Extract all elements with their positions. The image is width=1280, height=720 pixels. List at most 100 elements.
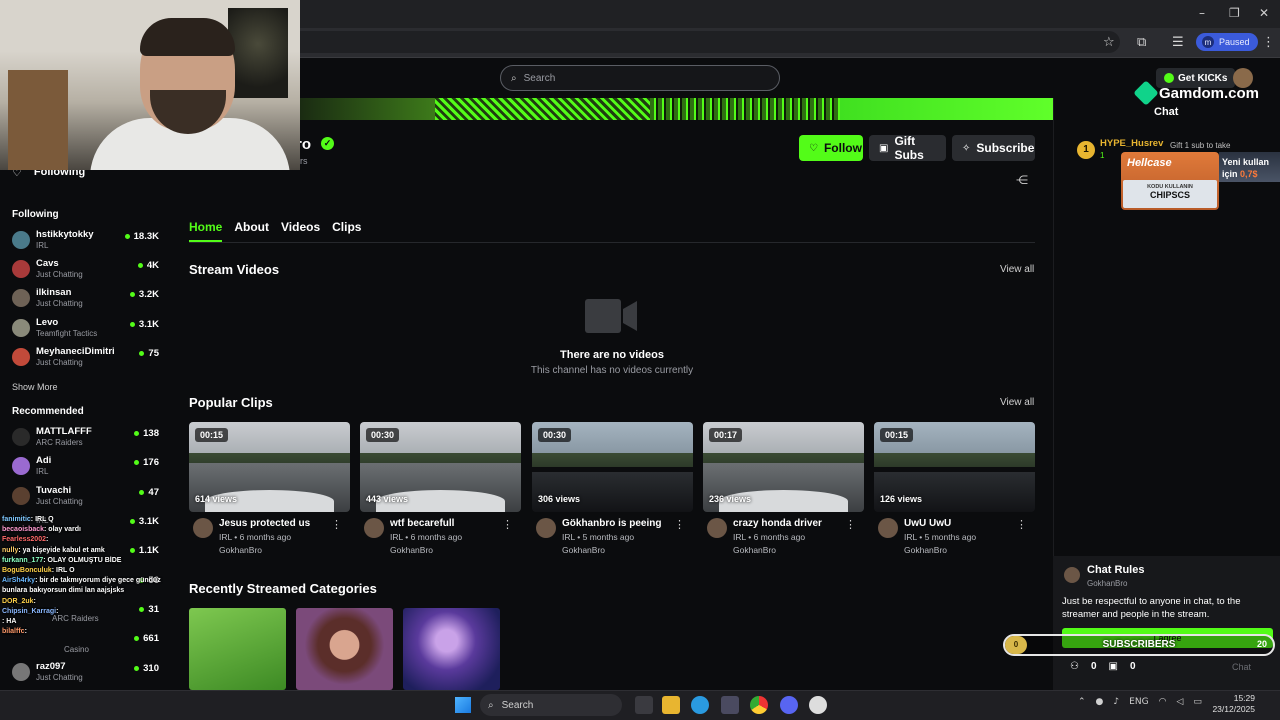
stream-videos-view-all[interactable]: View all bbox=[1000, 264, 1034, 275]
store-icon[interactable] bbox=[721, 696, 739, 714]
more-options-icon[interactable]: ⋮ bbox=[674, 518, 685, 531]
discord-icon[interactable] bbox=[780, 696, 798, 714]
sidebar-item-tuvachi[interactable]: Tuvachi Just Chatting 47 bbox=[12, 485, 162, 513]
hype-user[interactable]: HYPE_Husrev bbox=[1100, 138, 1163, 149]
minimize-icon[interactable]: – bbox=[1199, 6, 1205, 20]
gift-subs-button[interactable]: ▣ Gift Subs bbox=[869, 134, 946, 162]
sidebar-item-levo[interactable]: Levo Teamfight Tactics 3.1K bbox=[12, 317, 162, 345]
clip-title[interactable]: Gökhanbro is peeing bbox=[562, 518, 661, 529]
clip-thumbnail[interactable]: 00:30 306 views bbox=[532, 422, 693, 512]
chat-line: : HA bbox=[2, 617, 184, 627]
chat-user: Chipsin_Karragi bbox=[2, 607, 57, 615]
viewer-count: 176 bbox=[134, 457, 159, 468]
clip-title[interactable]: crazy honda driver bbox=[733, 518, 822, 529]
chevron-up-icon[interactable]: ⌃ bbox=[1078, 697, 1086, 707]
recommended-header: Recommended bbox=[12, 406, 84, 417]
clip-thumbnail[interactable]: 00:30 443 views bbox=[360, 422, 521, 512]
clip-meta: IRL • 5 months ago bbox=[904, 532, 977, 542]
microphone-icon[interactable]: ♪ bbox=[1113, 697, 1119, 707]
gift-icon[interactable]: ▣ bbox=[1109, 661, 1118, 672]
clock[interactable]: 15:29 23/12/2025 bbox=[1205, 693, 1255, 715]
avatar[interactable] bbox=[707, 518, 727, 538]
more-options-icon[interactable]: ⋮ bbox=[502, 518, 513, 531]
clip-thumbnail[interactable]: 00:15 126 views bbox=[874, 422, 1035, 512]
wifi-icon[interactable]: ◠ bbox=[1159, 697, 1167, 707]
clip-channel[interactable]: GokhanBro bbox=[562, 545, 605, 555]
category-card[interactable] bbox=[189, 608, 286, 690]
chrome-icon[interactable] bbox=[750, 696, 768, 714]
tab-home[interactable]: Home bbox=[189, 220, 223, 242]
bookmark-star-icon[interactable]: ☆ bbox=[1103, 35, 1115, 50]
category-card[interactable] bbox=[403, 608, 500, 690]
clip-title[interactable]: Jesus protected us bbox=[219, 518, 310, 529]
sidebar-item-hstikkytokky[interactable]: hstikkytokky IRL 18.3K bbox=[12, 229, 162, 257]
chat-user: becaoisback bbox=[2, 526, 45, 534]
users-count: 0 bbox=[1090, 661, 1097, 672]
users-icon[interactable]: ⚇ bbox=[1070, 661, 1079, 672]
clip-thumbnail[interactable]: 00:15 614 views bbox=[189, 422, 350, 512]
tab-clips[interactable]: Clips bbox=[332, 220, 361, 242]
chat-line: fanimitic: IRL Q bbox=[2, 515, 184, 525]
profile-paused-button[interactable]: m Paused bbox=[1196, 33, 1258, 51]
live-dot-icon bbox=[137, 263, 143, 268]
app-icon[interactable] bbox=[809, 696, 827, 714]
sidebar-item-meyhanecidimitri[interactable]: MeyhaneciDimitri Just Chatting 75 bbox=[12, 346, 162, 374]
browser-menu-icon[interactable]: ⋮ bbox=[1262, 35, 1275, 50]
chat-title: Chat bbox=[1154, 106, 1179, 118]
sidebar-item-name: Adi bbox=[36, 455, 52, 466]
sidebar-item-mattlafff[interactable]: MATTLAFFF ARC Raiders 138 bbox=[12, 426, 162, 454]
show-more-button[interactable]: Show More bbox=[12, 382, 58, 392]
sidebar-item-cavs[interactable]: Cavs Just Chatting 4K bbox=[12, 258, 162, 286]
tab-videos[interactable]: Videos bbox=[281, 220, 320, 242]
volume-icon[interactable]: ◁ bbox=[1176, 697, 1183, 707]
chat-line: furkann_177: OLAY OLMUŞTU BİDE bbox=[2, 556, 184, 566]
category-card[interactable] bbox=[296, 608, 393, 690]
more-options-icon[interactable]: ⋮ bbox=[1016, 518, 1027, 531]
clip-channel[interactable]: GokhanBro bbox=[390, 545, 433, 555]
avatar[interactable] bbox=[878, 518, 898, 538]
extensions-icon[interactable]: ⧉ bbox=[1137, 35, 1146, 50]
clip-title[interactable]: UwU UwU bbox=[904, 518, 951, 529]
sidebar-item-category: ARC Raiders bbox=[36, 438, 83, 447]
avatar[interactable] bbox=[536, 518, 556, 538]
language-indicator[interactable]: ENG bbox=[1129, 697, 1148, 707]
more-options-icon[interactable]: ⋮ bbox=[845, 518, 856, 531]
sidebar-item-ilkinsan[interactable]: ilkinsan Just Chatting 3.2K bbox=[12, 287, 162, 315]
edge-icon[interactable] bbox=[691, 696, 709, 714]
subscriber-goal-label: SUBSCRIBERS bbox=[1102, 639, 1176, 650]
task-view-icon[interactable] bbox=[635, 696, 653, 714]
file-explorer-icon[interactable] bbox=[662, 696, 680, 714]
avatar[interactable] bbox=[193, 518, 213, 538]
clip-channel[interactable]: GokhanBro bbox=[733, 545, 776, 555]
close-icon[interactable]: ✕ bbox=[1259, 6, 1269, 20]
subscribe-button[interactable]: ✧ Subscribe bbox=[952, 135, 1035, 161]
more-options-icon[interactable]: ⋮ bbox=[331, 518, 342, 531]
clip-thumbnail[interactable]: 00:17 236 views bbox=[703, 422, 864, 512]
tab-search-icon[interactable]: ☰ bbox=[1172, 35, 1184, 50]
chat-send-button[interactable]: Chat bbox=[1232, 662, 1251, 672]
follow-button[interactable]: ♡ Follow bbox=[799, 135, 863, 161]
sidebar-item-name: hstikkytokky bbox=[36, 229, 94, 240]
avatar[interactable] bbox=[364, 518, 384, 538]
clip-channel[interactable]: GokhanBro bbox=[904, 545, 947, 555]
share-icon[interactable]: ⋲ bbox=[1016, 173, 1028, 187]
clip-channel[interactable]: GokhanBro bbox=[219, 545, 262, 555]
sidebar-item-raz097[interactable]: raz097 Just Chatting 310 bbox=[12, 661, 162, 689]
gift-prompt[interactable]: Gift 1 sub to take bbox=[1170, 141, 1230, 150]
tab-about[interactable]: About bbox=[234, 220, 269, 242]
chat-rules-text: Just be respectful to anyone in chat, to… bbox=[1062, 596, 1241, 620]
chat-footer: ⚇ 0 ▣ 0 bbox=[1070, 661, 1136, 672]
search-input[interactable]: ⌕ Search bbox=[500, 65, 780, 91]
avatar bbox=[1064, 567, 1080, 583]
maximize-icon[interactable]: ❐ bbox=[1229, 6, 1240, 20]
sidebar-item-adi[interactable]: Adi IRL 176 bbox=[12, 455, 162, 483]
address-bar[interactable] bbox=[290, 31, 1120, 53]
clip-title[interactable]: wtf becarefull bbox=[390, 518, 454, 529]
discord-tray-icon[interactable]: ● bbox=[1096, 697, 1104, 707]
popular-clips-view-all[interactable]: View all bbox=[1000, 397, 1034, 408]
viewer-count: 47 bbox=[139, 487, 159, 498]
battery-icon[interactable]: ▭ bbox=[1193, 697, 1202, 707]
taskbar-search[interactable]: ⌕ Search bbox=[480, 694, 622, 716]
hype-count: 1 bbox=[1100, 151, 1105, 160]
windows-start-icon[interactable] bbox=[455, 697, 471, 713]
